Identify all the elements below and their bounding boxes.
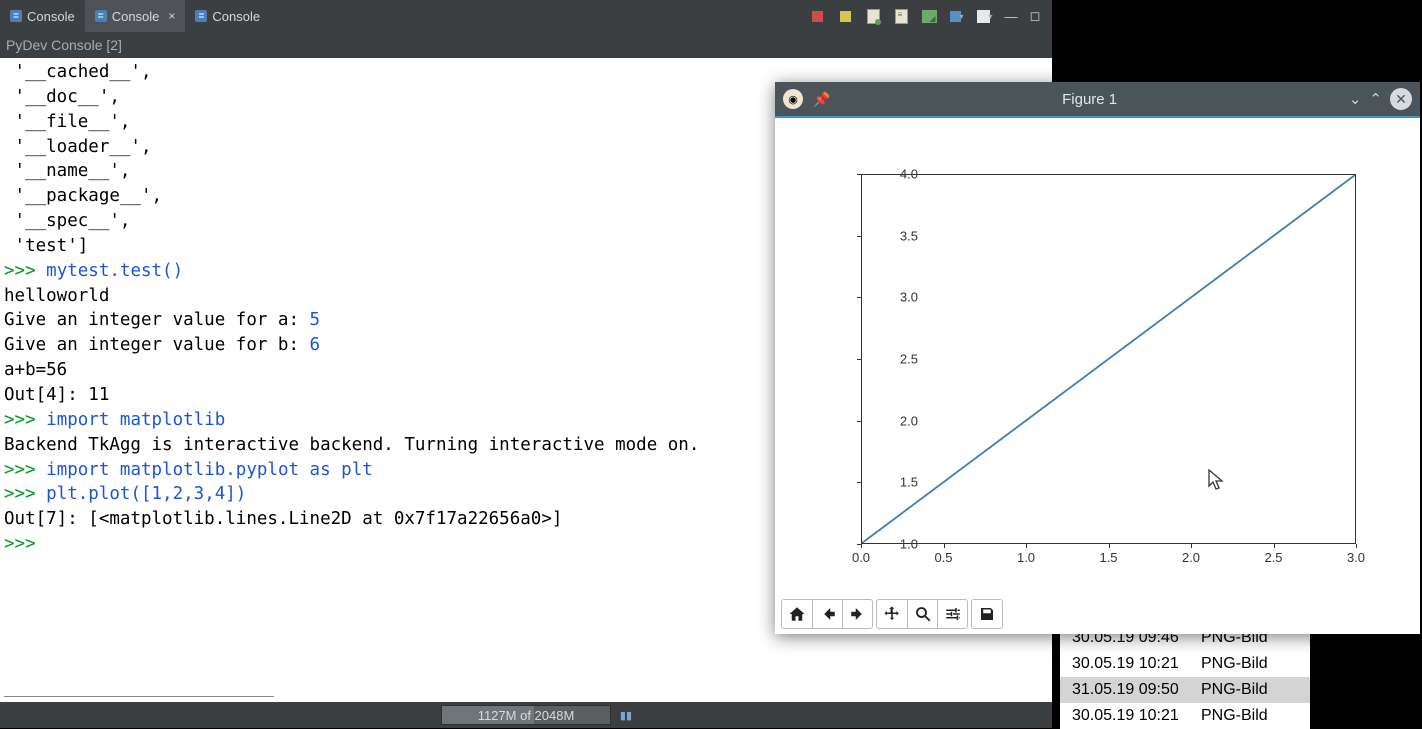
y-tick-label: 2.0 (900, 413, 918, 428)
tab-console-0[interactable]: Console (0, 0, 85, 32)
minimize-icon[interactable]: — (1000, 9, 1022, 24)
file-row[interactable]: 30.05.19 10:21PNG-Bild (1060, 703, 1310, 729)
doc-button-1[interactable] (860, 3, 886, 29)
status-bar: 1127M of 2048M ▮▮ (0, 702, 1052, 728)
maximize-icon[interactable]: ◻ (1024, 8, 1046, 24)
tab-console-2[interactable]: Console (185, 0, 270, 32)
y-tick-label: 3.0 (900, 290, 918, 305)
input-divider (4, 696, 274, 698)
cursor-icon (1207, 468, 1227, 498)
y-tick-label: 2.5 (900, 352, 918, 367)
configure-button[interactable] (937, 600, 967, 628)
x-tick-label: 2.0 (1182, 550, 1200, 565)
pause-button[interactable] (832, 3, 858, 29)
close-icon[interactable]: ✕ (1390, 88, 1412, 110)
x-tick-label: 1.5 (1099, 550, 1117, 565)
y-tick-label: 3.5 (900, 228, 918, 243)
file-row[interactable]: 31.05.19 09:50PNG-Bild (1060, 677, 1310, 703)
gc-icon: ▮▮ (620, 709, 632, 722)
y-tick-label: 4.0 (900, 167, 918, 182)
toolbar: ▾ ▾ — ◻ (804, 0, 1052, 32)
x-tick-label: 0.5 (934, 550, 952, 565)
figure-canvas[interactable]: 1.0 1.5 2.0 2.5 3.0 3.5 4.0 0.0 0.5 1.0 1.5 2.0 2.5 3… (775, 118, 1420, 594)
console-icon (10, 10, 22, 22)
x-tick-label: 0.0 (852, 550, 870, 565)
forward-button[interactable] (842, 600, 872, 628)
tab-console-1[interactable]: Console × (85, 0, 186, 32)
doc-button-2[interactable] (888, 3, 914, 29)
plot-area (861, 174, 1356, 544)
x-tick-label: 3.0 (1347, 550, 1365, 565)
layout-dropdown[interactable]: ▾ (944, 3, 970, 29)
pan-button[interactable] (877, 600, 907, 628)
figure-toolbar (775, 594, 1420, 634)
figure-titlebar[interactable]: ◉ 📌 Figure 1 ⌄ ⌃ ✕ (775, 82, 1420, 116)
plot-line (862, 175, 1355, 543)
image-button[interactable] (916, 3, 942, 29)
memory-indicator[interactable]: 1127M of 2048M ▮▮ (441, 705, 611, 725)
tab-label: Console (212, 9, 260, 24)
collapse-icon[interactable]: ⌄ (1349, 90, 1362, 108)
tab-label: Console (27, 9, 75, 24)
y-tick-label: 1.0 (900, 537, 918, 552)
page-dropdown[interactable]: ▾ (972, 3, 998, 29)
x-tick-label: 1.0 (1017, 550, 1035, 565)
figure-window: ◉ 📌 Figure 1 ⌄ ⌃ ✕ 1.0 1.5 2.0 2.5 3.0 3.5 4.0… (775, 82, 1420, 634)
console-icon (195, 10, 207, 22)
home-button[interactable] (782, 600, 812, 628)
tab-close-icon[interactable]: × (168, 9, 175, 23)
figure-title: Figure 1 (840, 91, 1338, 108)
y-tick-label: 1.5 (900, 475, 918, 490)
stop-button[interactable] (804, 3, 830, 29)
console-icon (95, 10, 107, 22)
console-title: PyDev Console [2] (0, 32, 1052, 58)
zoom-button[interactable] (907, 600, 937, 628)
pin-icon[interactable]: 📌 (813, 91, 830, 108)
matplotlib-icon: ◉ (783, 89, 803, 109)
file-list: 30.05.19 09:46PNG-Bild30.05.19 10:21PNG-… (1060, 625, 1310, 729)
tab-bar: Console Console × Console ▾ ▾ — ◻ (0, 0, 1052, 32)
file-row[interactable]: 30.05.19 10:21PNG-Bild (1060, 651, 1310, 677)
tab-label: Console (112, 9, 160, 24)
expand-icon[interactable]: ⌃ (1369, 90, 1382, 108)
save-button[interactable] (972, 600, 1002, 628)
back-button[interactable] (812, 600, 842, 628)
x-tick-label: 2.5 (1264, 550, 1282, 565)
